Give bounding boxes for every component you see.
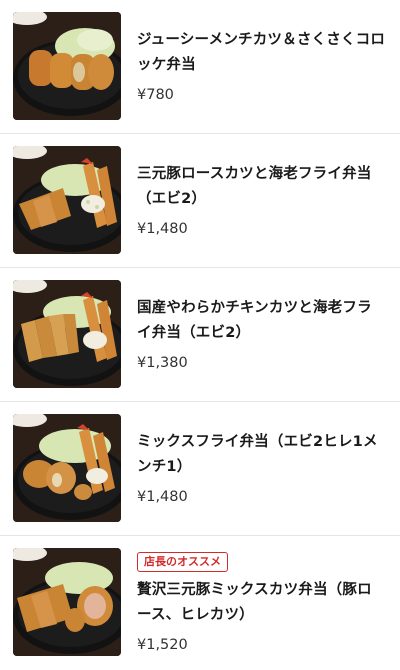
menu-item-info: 国産やわらかチキンカツと海老フライ弁当（エビ2） ¥1,380 [137, 268, 386, 401]
recommended-badge: 店長のオススメ [137, 551, 228, 572]
menu-item-info: ジューシーメンチカツ＆さくさくコロッケ弁当 ¥780 [137, 0, 386, 133]
menu-item-image [13, 280, 121, 388]
menu-item-name: 贅沢三元豚ミックスカツ弁当（豚ロース、ヒレカツ） [137, 581, 372, 623]
menu-item[interactable]: ジューシーメンチカツ＆さくさくコロッケ弁当 ¥780 [0, 0, 400, 134]
menu-item-info: 三元豚ロースカツと海老フライ弁当（エビ2） ¥1,480 [137, 134, 386, 267]
menu-item-price: ¥1,480 [137, 489, 188, 505]
menu-item[interactable]: 国産やわらかチキンカツと海老フライ弁当（エビ2） ¥1,380 [0, 268, 400, 402]
menu-item-name: 国産やわらかチキンカツと海老フライ弁当（エビ2） [137, 300, 372, 341]
menu-item-name: ミックスフライ弁当（エビ2ヒレ1メンチ1） [137, 434, 378, 475]
menu-item-price: ¥780 [137, 87, 174, 103]
menu-item[interactable]: 三元豚ロースカツと海老フライ弁当（エビ2） ¥1,480 [0, 134, 400, 268]
menu-item-image [13, 12, 121, 120]
menu-item-info: ミックスフライ弁当（エビ2ヒレ1メンチ1） ¥1,480 [137, 402, 386, 535]
menu-list: ジューシーメンチカツ＆さくさくコロッケ弁当 ¥780 三元豚ロースカツと海老フラ… [0, 0, 400, 670]
menu-item-info: 店長のオススメ 贅沢三元豚ミックスカツ弁当（豚ロース、ヒレカツ） ¥1,520 [137, 536, 386, 670]
menu-item-image [13, 548, 121, 656]
menu-item-price: ¥1,480 [137, 221, 188, 237]
menu-item-price: ¥1,520 [137, 636, 188, 653]
menu-item-image [13, 146, 121, 254]
menu-item[interactable]: ミックスフライ弁当（エビ2ヒレ1メンチ1） ¥1,480 [0, 402, 400, 536]
menu-item-name: 三元豚ロースカツと海老フライ弁当（エビ2） [137, 166, 372, 207]
menu-item-price: ¥1,380 [137, 355, 188, 371]
menu-item-name: ジューシーメンチカツ＆さくさくコロッケ弁当 [137, 32, 386, 73]
menu-item[interactable]: 店長のオススメ 贅沢三元豚ミックスカツ弁当（豚ロース、ヒレカツ） ¥1,520 [0, 536, 400, 670]
menu-item-image [13, 414, 121, 522]
